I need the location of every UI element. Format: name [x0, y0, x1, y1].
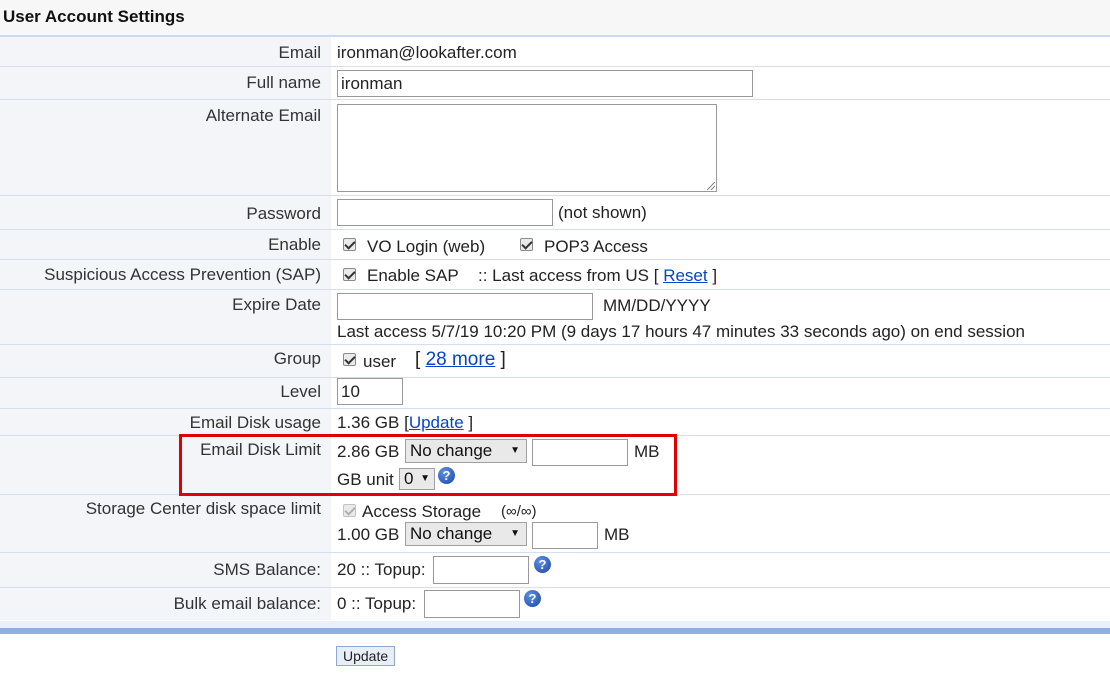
row-sap: Suspicious Access Prevention (SAP) Enabl…: [0, 260, 1110, 290]
enable-label: Enable: [268, 235, 321, 254]
bulk-topup-input[interactable]: [424, 590, 520, 618]
access-storage-label: Access Storage: [362, 502, 482, 521]
row-email: Email ironman@lookafter.com: [0, 37, 1110, 67]
email-label: Email: [278, 43, 321, 62]
row-level: Level: [0, 378, 1110, 409]
access-storage-checkbox[interactable]: [343, 504, 356, 517]
fullname-input[interactable]: [337, 70, 753, 97]
disk-usage-value: 1.36 GB [Update ]: [337, 413, 474, 432]
storage-center-label: Storage Center disk space limit: [85, 499, 321, 518]
row-sms-balance: SMS Balance: 20 :: Topup: ?: [0, 553, 1110, 588]
row-expire-date: Expire Date MM/DD/YYYY Last access 5/7/1…: [0, 290, 1110, 345]
enable-sap-label: Enable SAP: [367, 266, 459, 285]
disk-usage-update-link[interactable]: Update: [409, 413, 464, 432]
fullname-label: Full name: [246, 73, 321, 92]
sap-last-access: :: Last access from US [ Reset ]: [478, 266, 718, 285]
row-disk-usage: Email Disk usage 1.36 GB [Update ]: [0, 409, 1110, 436]
last-access-text: Last access 5/7/19 10:20 PM (9 days 17 h…: [337, 322, 1025, 341]
level-label: Level: [280, 382, 321, 401]
disk-limit-mb-unit: MB: [634, 442, 660, 461]
group-user-label: user: [363, 352, 397, 371]
page-header: User Account Settings: [0, 0, 1110, 37]
storage-infinity: (∞/∞): [501, 503, 537, 520]
row-bulk-email-balance: Bulk email balance: 0 :: Topup: ?: [0, 588, 1110, 620]
sms-balance-label: SMS Balance:: [213, 560, 321, 579]
group-more: [ 28 more ]: [415, 349, 506, 370]
storage-mb-unit: MB: [604, 525, 630, 544]
password-label: Password: [246, 204, 321, 223]
group-user-checkbox[interactable]: [343, 353, 356, 366]
update-button[interactable]: Update: [336, 646, 396, 666]
footer-divider: [0, 628, 1110, 634]
level-input[interactable]: [337, 378, 403, 405]
chevron-down-icon: ▼: [420, 473, 430, 484]
sms-topup-input[interactable]: [433, 556, 529, 584]
disk-limit-current: 2.86 GB: [337, 442, 400, 461]
gb-unit-label: GB unit: [337, 470, 394, 489]
bulk-email-balance-value: 0 :: Topup:: [337, 594, 417, 613]
alt-email-label: Alternate Email: [205, 106, 321, 125]
pop3-checkbox[interactable]: [520, 238, 533, 251]
group-more-link[interactable]: 28 more: [426, 349, 496, 370]
help-icon[interactable]: ?: [534, 556, 551, 573]
group-label: Group: [273, 349, 321, 368]
expire-date-label: Expire Date: [232, 295, 321, 314]
row-disk-limit: Email Disk Limit 2.86 GB No change ▼ MB …: [0, 436, 1110, 495]
chevron-down-icon: ▼: [510, 528, 520, 539]
password-input[interactable]: [337, 199, 553, 226]
page-title: User Account Settings: [3, 7, 185, 26]
row-password: Password (not shown): [0, 196, 1110, 230]
alt-email-textarea[interactable]: [337, 104, 717, 192]
chevron-down-icon: ▼: [510, 445, 520, 456]
sap-label: Suspicious Access Prevention (SAP): [44, 265, 321, 284]
disk-limit-select[interactable]: No change ▼: [405, 439, 527, 463]
resize-grip-icon[interactable]: [707, 182, 715, 190]
email-value: ironman@lookafter.com: [337, 43, 517, 62]
disk-limit-label: Email Disk Limit: [200, 440, 321, 459]
storage-select[interactable]: No change ▼: [405, 522, 527, 546]
sap-reset-link[interactable]: Reset: [663, 266, 707, 285]
pop3-label: POP3 Access: [544, 237, 648, 256]
disk-limit-mb-input[interactable]: [532, 439, 628, 466]
footer-spacer: [0, 621, 1110, 628]
storage-mb-input[interactable]: [532, 522, 598, 549]
vo-login-checkbox[interactable]: [343, 238, 356, 251]
vo-login-label: VO Login (web): [367, 237, 486, 256]
sms-balance-value: 20 :: Topup:: [337, 560, 426, 579]
row-enable: Enable VO Login (web) POP3 Access: [0, 230, 1110, 260]
row-group: Group user [ 28 more ]: [0, 345, 1110, 378]
help-icon[interactable]: ?: [438, 467, 455, 484]
gb-unit-select[interactable]: 0 ▼: [399, 468, 435, 490]
password-note: (not shown): [558, 203, 647, 222]
bulk-email-balance-label: Bulk email balance:: [173, 594, 321, 613]
expire-date-format: MM/DD/YYYY: [603, 296, 711, 315]
enable-sap-checkbox[interactable]: [343, 268, 356, 281]
row-storage-center: Storage Center disk space limit Access S…: [0, 495, 1110, 553]
help-icon[interactable]: ?: [524, 590, 541, 607]
storage-current: 1.00 GB: [337, 525, 400, 544]
row-fullname: Full name: [0, 67, 1110, 100]
disk-usage-label: Email Disk usage: [189, 413, 321, 432]
expire-date-input[interactable]: [337, 293, 593, 320]
row-alt-email: Alternate Email: [0, 100, 1110, 196]
